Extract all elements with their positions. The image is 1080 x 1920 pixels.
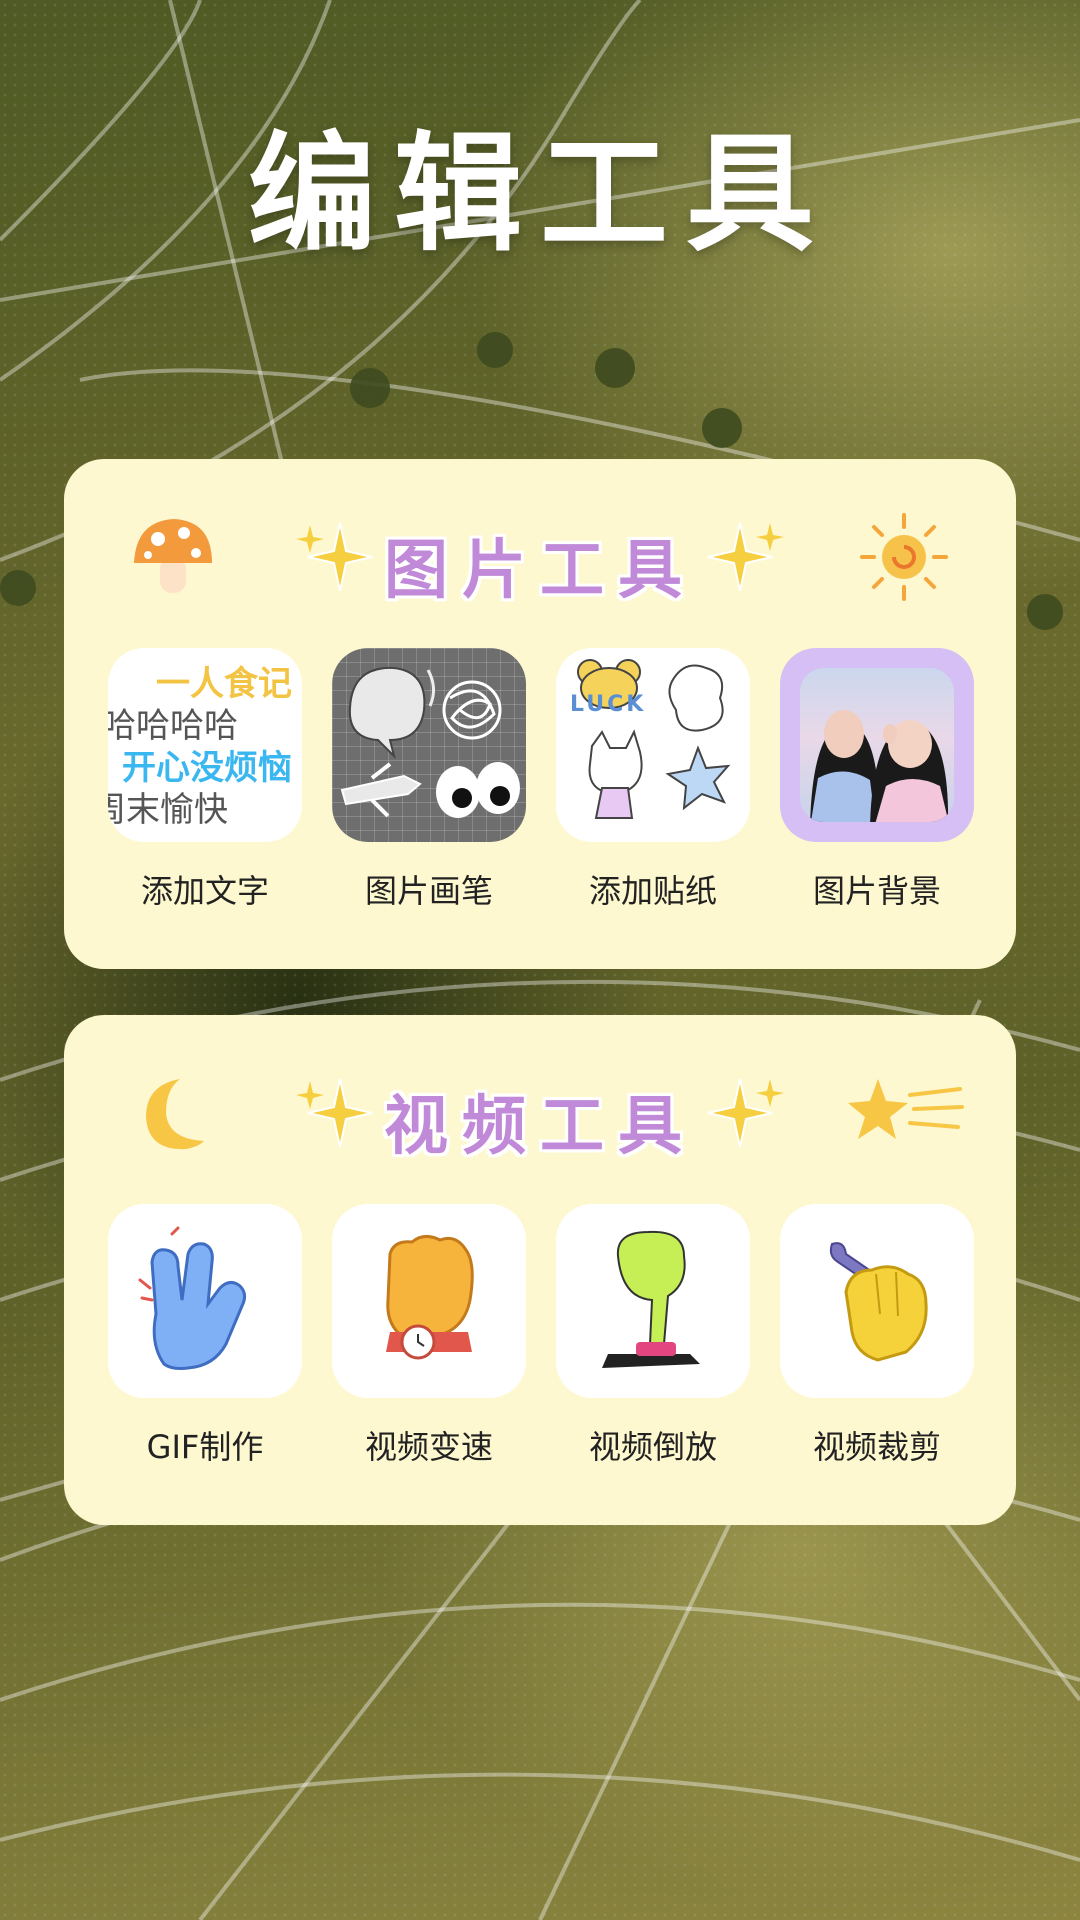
finger-press-button-icon[interactable] [556, 1204, 750, 1398]
doodle-art [340, 666, 520, 818]
tool-label: 图片背景 [812, 872, 941, 910]
hand-wrench-art [829, 1242, 928, 1362]
brush-doodle-icon[interactable] [332, 648, 526, 842]
tool-label: 视频倒放 [588, 1428, 717, 1466]
photo-thumbnail [800, 668, 954, 822]
tool-label: 视频变速 [364, 1428, 493, 1466]
tool-add-sticker[interactable]: LUCK 添加贴纸 [556, 648, 750, 910]
sticker-icon[interactable]: LUCK [556, 648, 750, 842]
image-tools-panel: 图片工具 一人食记 哈哈哈哈 开心没烦恼 周末愉快 添加文字 图片画笔 LUCK… [64, 459, 1016, 969]
tool-label: 添加文字 [140, 872, 269, 910]
tool-photo-background[interactable]: 图片背景 [780, 648, 974, 910]
hand-peace-art [138, 1226, 247, 1370]
hand-wrench-icon[interactable] [780, 1204, 974, 1398]
tool-label: 视频裁剪 [812, 1428, 941, 1466]
preview-text-line: 周末愉快 [108, 790, 228, 830]
video-tools-header: 视频工具 [64, 1063, 1016, 1164]
tool-gif-maker[interactable]: GIF制作 [108, 1204, 302, 1466]
tool-label: GIF制作 [146, 1428, 264, 1466]
fist-watch-art [386, 1235, 474, 1360]
sparkle-icon [707, 522, 784, 592]
fist-watch-icon[interactable] [332, 1204, 526, 1398]
portrait-photo [810, 710, 949, 822]
finger-press-art [602, 1230, 700, 1368]
sticker-text: LUCK [570, 692, 647, 717]
video-tools-panel: 视频工具 GIF制作 视频变速 视频倒放 视频裁剪 [64, 1015, 1016, 1525]
tool-label: 图片画笔 [364, 872, 493, 910]
sparkle-icon [707, 1078, 784, 1148]
hand-peace-icon[interactable] [108, 1204, 302, 1398]
shooting-star-icon [848, 1079, 964, 1139]
tool-image-brush[interactable]: 图片画笔 [332, 648, 526, 910]
tool-add-text[interactable]: 一人食记 哈哈哈哈 开心没烦恼 周末愉快 添加文字 [108, 648, 302, 910]
tool-video-crop[interactable]: 视频裁剪 [780, 1204, 974, 1466]
video-tools-grid: GIF制作 视频变速 视频倒放 视频裁剪 [108, 1204, 974, 1466]
tool-video-speed[interactable]: 视频变速 [332, 1204, 526, 1466]
tool-label: 添加贴纸 [588, 872, 717, 910]
page-title: 编辑工具 [247, 120, 832, 269]
sticker-art [577, 659, 731, 819]
image-tools-header: 图片工具 [64, 507, 1016, 608]
tool-video-reverse[interactable]: 视频倒放 [556, 1204, 750, 1466]
sun-icon [860, 513, 948, 601]
text-icon[interactable]: 一人食记 哈哈哈哈 开心没烦恼 周末愉快 [108, 648, 302, 842]
image-tools-grid: 一人食记 哈哈哈哈 开心没烦恼 周末愉快 添加文字 图片画笔 LUCK 添加贴纸… [108, 648, 974, 910]
photo-background-icon[interactable] [780, 648, 974, 842]
